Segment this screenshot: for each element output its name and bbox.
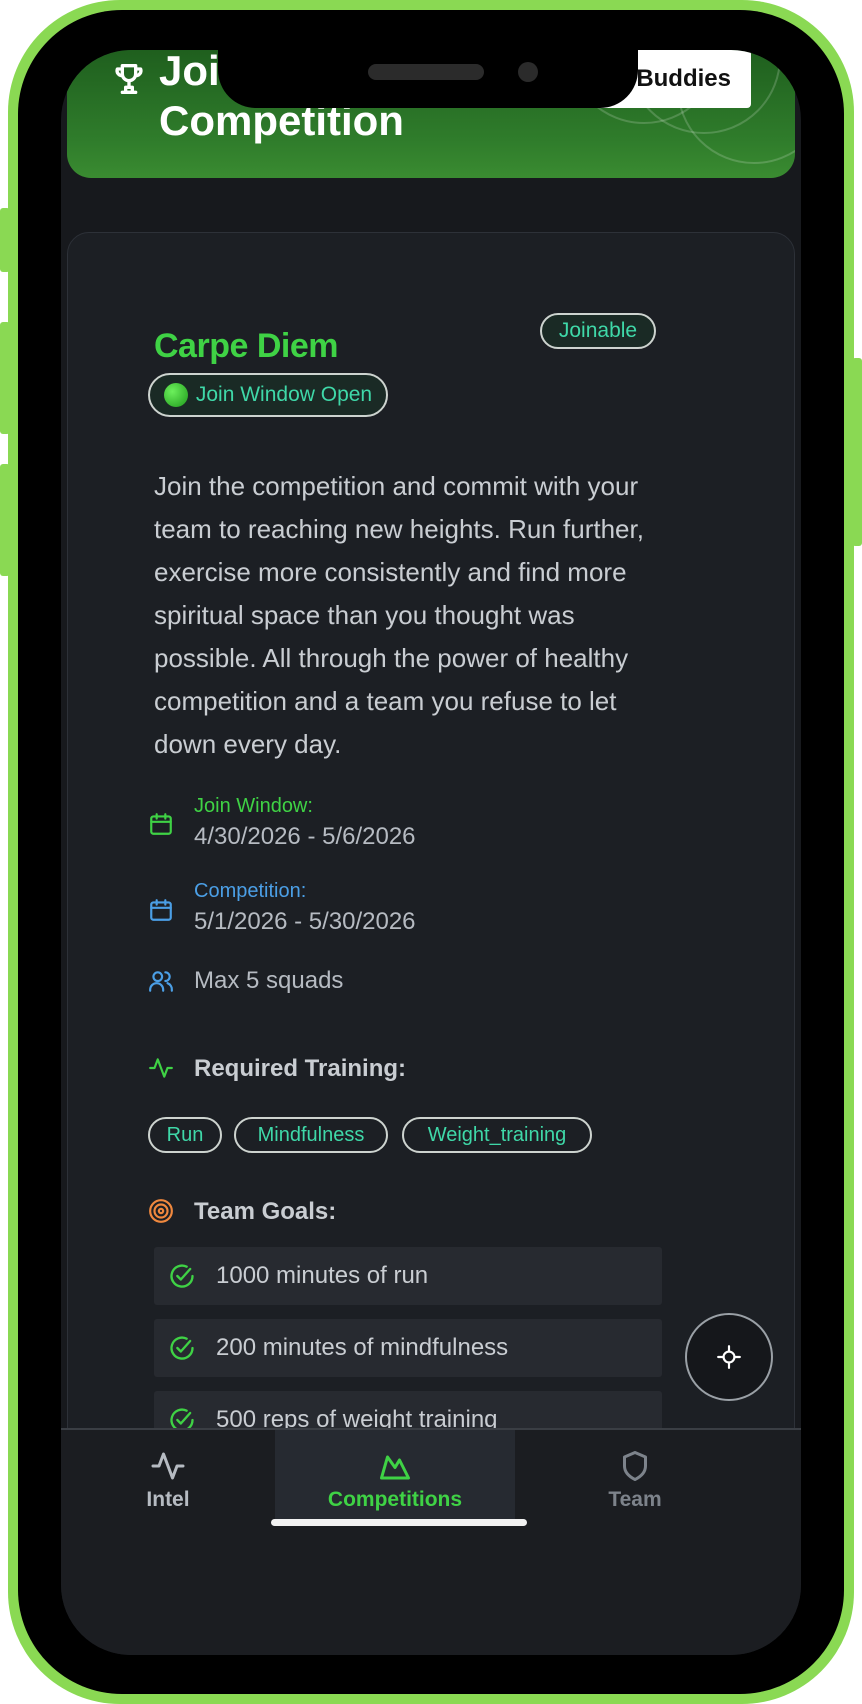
speaker-grille <box>368 64 484 80</box>
goal-text: 1000 minutes of run <box>216 1262 429 1289</box>
team-goals-label: Team Goals: <box>194 1198 337 1225</box>
calendar-icon <box>150 899 172 921</box>
users-icon <box>149 971 173 992</box>
shield-icon <box>623 1451 647 1481</box>
bottom-nav: Intel Competitions Team <box>61 1428 801 1655</box>
goal-item: 1000 minutes of run <box>154 1247 662 1305</box>
training-tag-mindfulness: Mindfulness <box>234 1117 388 1153</box>
competition-description: Join the competition and commit with you… <box>154 471 644 759</box>
competition-dates: 5/1/2026 - 5/30/2026 <box>194 908 416 935</box>
locate-button[interactable] <box>685 1313 773 1401</box>
required-training-label: Required Training: <box>194 1055 407 1082</box>
check-circle-icon <box>170 1336 194 1360</box>
side-button-volume-up <box>0 322 10 434</box>
front-camera <box>518 62 538 82</box>
activity-icon <box>151 1452 185 1480</box>
phone-notch <box>218 50 638 108</box>
mountain-icon <box>380 1455 410 1480</box>
nav-item-team[interactable]: Team <box>515 1430 755 1526</box>
nav-label-competitions: Competitions <box>327 1488 463 1511</box>
side-button-volume-down <box>0 464 10 576</box>
side-button-power <box>852 358 862 546</box>
nav-item-intel[interactable]: Intel <box>61 1430 275 1526</box>
training-tag-run: Run <box>148 1117 222 1153</box>
training-tag-weight-training: Weight_training <box>402 1117 592 1153</box>
join-window-dates: 4/30/2026 - 5/6/2026 <box>194 823 416 850</box>
join-window-status: Join Window Open <box>148 373 388 417</box>
calendar-icon <box>150 813 172 835</box>
target-icon <box>149 1199 173 1223</box>
nav-item-competitions[interactable]: Competitions <box>275 1430 515 1526</box>
goal-text: 200 minutes of mindfulness <box>216 1334 509 1361</box>
nav-label-intel: Intel <box>146 1488 190 1511</box>
status-dot-icon <box>163 383 188 407</box>
competition-dates-label: Competition: <box>194 880 307 902</box>
trophy-icon <box>115 64 143 95</box>
join-window-label: Join Window: <box>194 795 313 817</box>
max-squads: Max 5 squads <box>194 967 344 994</box>
competition-name: Carpe Diem <box>154 327 338 365</box>
crosshair-icon <box>717 1345 741 1369</box>
goal-item: 200 minutes of mindfulness <box>154 1319 662 1377</box>
side-button-silent <box>0 208 10 272</box>
app-screen: Join Competition Buddies Carpe Diem Join… <box>61 50 801 1655</box>
home-indicator[interactable] <box>271 1519 527 1526</box>
check-circle-icon <box>170 1264 194 1288</box>
joinable-badge: Joinable <box>540 313 656 349</box>
activity-icon <box>149 1058 173 1078</box>
join-window-status-label: Join Window Open <box>195 383 373 406</box>
competition-card: Carpe Diem Joinable Join Window Open Joi… <box>67 232 795 1532</box>
nav-label-team: Team <box>608 1488 662 1511</box>
